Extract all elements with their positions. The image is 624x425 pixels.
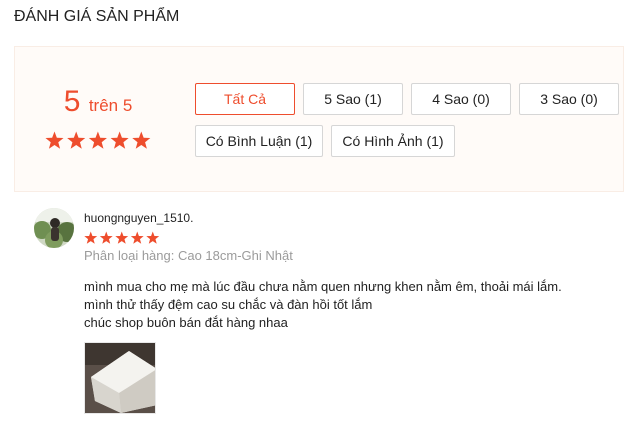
filter-with-photo[interactable]: Có Hình Ảnh (1) [331,125,455,157]
avatar-photo [34,208,74,248]
filter-with-comment[interactable]: Có Bình Luận (1) [195,125,323,157]
section-title: ĐÁNH GIÁ SẢN PHẨM [14,8,180,25]
star-icon [45,131,64,149]
score-stars [45,131,151,149]
review-comment-line: chúc shop buôn bán đắt hàng nhaa [84,315,288,330]
star-icon [130,231,144,244]
review-photo[interactable] [84,342,156,414]
rating-score: 5 trên 5 [15,85,181,119]
filter-all[interactable]: Tất Cả [195,83,295,115]
star-icon [99,231,113,244]
star-icon [132,131,151,149]
score-value: 5 [63,85,81,118]
review-variation: Phân loại hàng: Cao 18cm-Ghi Nhật [84,248,293,263]
review-stars [84,231,160,244]
review-comment-line: mình mua cho mẹ mà lúc đầu chưa nằm quen… [84,279,562,294]
review-photo-image [85,343,155,413]
rating-overview: 5 trên 5 Tất Cả 5 Sao (1) 4 Sao (0) 3 Sa… [14,46,624,192]
review-comment-line: mình thử thấy đệm cao su chắc và đàn hồi… [84,297,373,312]
score-out-of: trên 5 [88,96,133,115]
filter-5-star[interactable]: 5 Sao (1) [303,83,403,115]
star-icon [146,231,160,244]
filter-3-star[interactable]: 3 Sao (0) [519,83,619,115]
avatar[interactable] [34,208,74,248]
star-icon [88,131,107,149]
review-username[interactable]: huongnguyen_1510. [84,211,193,225]
star-icon [115,231,129,244]
review-comment: mình mua cho mẹ mà lúc đầu chưa nằm quen… [84,278,614,332]
filter-4-star[interactable]: 4 Sao (0) [411,83,511,115]
star-icon [67,131,86,149]
star-icon [84,231,98,244]
star-icon [110,131,129,149]
